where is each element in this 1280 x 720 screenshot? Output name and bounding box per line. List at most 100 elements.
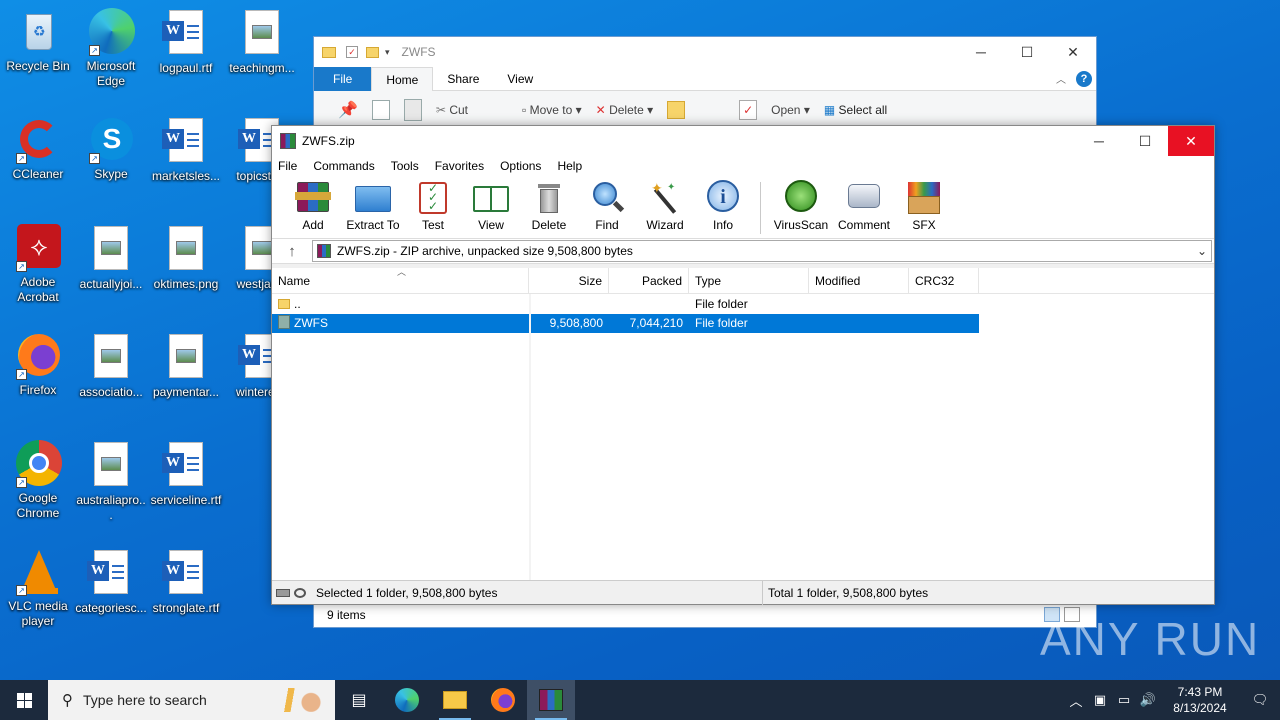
desktop-icon-file[interactable]: associatio... <box>73 332 149 400</box>
comment-button[interactable]: Comment <box>833 180 895 232</box>
desktop-icon-google-chrome[interactable]: ↗ Google Chrome <box>0 440 76 521</box>
maximize-button[interactable]: ☐ <box>1122 126 1168 156</box>
desktop-icon-ccleaner[interactable]: ↗ CCleaner <box>0 116 76 182</box>
desktop-icon-skype[interactable]: S ↗ Skype <box>73 116 149 182</box>
menu-file[interactable]: File <box>278 159 297 173</box>
notifications-icon[interactable]: 🗨 <box>1240 692 1280 708</box>
properties-button[interactable]: ✓ <box>739 100 758 120</box>
magnifier-icon <box>589 180 625 214</box>
edge-icon <box>395 688 419 712</box>
folder-icon <box>278 299 290 309</box>
maximize-button[interactable]: ☐ <box>1004 37 1050 67</box>
volume-icon[interactable]: 🔊 <box>1136 692 1160 708</box>
task-view-icon: ▤ <box>351 692 367 709</box>
column-packed[interactable]: Packed <box>609 268 689 293</box>
item-count: 9 items <box>327 608 366 622</box>
delete-button[interactable]: ✕ Delete ▾ <box>596 103 653 117</box>
clock[interactable]: 7:43 PM 8/13/2024 <box>1160 684 1240 716</box>
collapse-ribbon-icon[interactable]: ︿ <box>1056 71 1066 86</box>
taskbar-firefox[interactable] <box>479 680 527 720</box>
cut-button[interactable]: ✂ Cut <box>436 103 468 117</box>
taskbar-search-box[interactable]: ⚲ Type here to search <box>48 680 335 720</box>
tab-home[interactable]: Home <box>371 66 434 91</box>
select-all-button[interactable]: ▦ Select all <box>824 103 887 117</box>
sfx-button[interactable]: SFX <box>895 180 953 232</box>
desktop-icon-vlc[interactable]: ↗ VLC media player <box>0 548 76 629</box>
add-button[interactable]: Add <box>284 180 342 232</box>
info-button[interactable]: i Info <box>694 180 752 232</box>
quick-access-dropdown-icon[interactable]: ▾ <box>385 47 390 58</box>
file-explorer-icon <box>443 691 467 709</box>
desktop-icon-file[interactable]: W categoriesc... <box>73 548 149 616</box>
menu-tools[interactable]: Tools <box>391 159 419 173</box>
network-icon[interactable]: ▭ <box>1112 692 1136 708</box>
close-button[interactable]: ✕ <box>1168 126 1214 156</box>
menu-help[interactable]: Help <box>557 159 582 173</box>
pin-icon[interactable]: 📌 <box>338 100 358 120</box>
desktop-icon-firefox[interactable]: ↗ Firefox <box>0 332 76 398</box>
wizard-label: Wizard <box>646 218 684 232</box>
column-type[interactable]: Type <box>689 268 809 293</box>
copy-icon[interactable] <box>371 100 390 120</box>
desktop-icon-file[interactable]: actuallyjoi... <box>73 224 149 292</box>
new-folder-icon[interactable] <box>366 46 379 58</box>
virusscan-button[interactable]: VirusScan <box>769 180 833 232</box>
task-view-button[interactable]: ▤ <box>335 680 383 720</box>
taskbar-edge[interactable] <box>383 680 431 720</box>
menu-commands[interactable]: Commands <box>313 159 374 173</box>
chevron-down-icon[interactable]: ⌄ <box>1193 244 1211 258</box>
view-button[interactable]: View <box>462 180 520 232</box>
desktop-icon-file[interactable]: W logpaul.rtf <box>148 8 224 76</box>
explorer-titlebar[interactable]: ✓ ▾ ZWFS ─ ☐ ✕ <box>314 37 1096 67</box>
archive-path-field[interactable]: ZWFS.zip - ZIP archive, unpacked size 9,… <box>312 240 1212 262</box>
tab-view[interactable]: View <box>493 67 547 91</box>
move-to-button[interactable]: ▫ Move to ▾ <box>522 103 582 117</box>
desktop-icon-file[interactable]: W marketsles... <box>148 116 224 184</box>
find-button[interactable]: Find <box>578 180 636 232</box>
help-icon[interactable]: ? <box>1076 70 1092 87</box>
desktop-icon-file[interactable]: oktimes.png <box>148 224 224 292</box>
delete-button[interactable]: Delete <box>520 180 578 232</box>
menu-options[interactable]: Options <box>500 159 541 173</box>
taskbar-file-explorer[interactable] <box>431 680 479 720</box>
new-folder-icon[interactable] <box>667 101 686 119</box>
start-button[interactable] <box>0 680 48 720</box>
desktop-icon-file[interactable]: australiapro... <box>73 440 149 523</box>
open-button[interactable]: Open ▾ <box>771 103 810 117</box>
meet-now-icon[interactable]: ▣ <box>1088 692 1112 708</box>
test-button[interactable]: ✓ ✓ ✓ Test <box>404 180 462 232</box>
close-button[interactable]: ✕ <box>1050 37 1096 67</box>
row-packed: 7,044,210 <box>629 316 683 330</box>
desktop-icon-edge[interactable]: ↗ Microsoft Edge <box>73 8 149 89</box>
desktop-icon-adobe-acrobat[interactable]: ⟡ ↗ Adobe Acrobat <box>0 224 76 305</box>
column-crc32[interactable]: CRC32 <box>909 268 979 293</box>
up-arrow-icon[interactable]: ↑ <box>272 243 312 260</box>
move-to-icon: ▫ <box>522 103 527 117</box>
desktop-icon-file[interactable]: W stronglate.rtf <box>148 548 224 616</box>
chevron-up-icon[interactable]: ︿ <box>1064 691 1088 710</box>
desktop-icon-recycle-bin[interactable]: ♻ Recycle Bin <box>0 8 76 74</box>
table-row-selected[interactable]: ZWFS 9,508,800 7,044,210 File folder <box>272 314 979 333</box>
tab-file[interactable]: File <box>314 66 372 91</box>
column-modified[interactable]: Modified <box>809 268 909 293</box>
file-list[interactable]: Name Size Packed Type Modified CRC32 ︿ .… <box>272 267 1214 581</box>
taskbar-winrar[interactable] <box>527 680 575 720</box>
desktop-icon-file[interactable]: paymentar... <box>148 332 224 400</box>
windows-logo-icon <box>16 692 32 708</box>
table-row[interactable]: .. File folder <box>272 295 979 314</box>
column-size[interactable]: Size <box>529 268 609 293</box>
properties-icon[interactable]: ✓ <box>346 46 358 58</box>
wizard-button[interactable]: ✦ ✦ Wizard <box>636 180 694 232</box>
desktop-icon-label: paymentar... <box>152 385 220 399</box>
extract-to-button[interactable]: Extract To <box>342 180 404 232</box>
paste-icon[interactable] <box>403 99 422 121</box>
desktop-icon-file[interactable]: teachingm... <box>224 8 300 76</box>
tab-share[interactable]: Share <box>433 67 493 91</box>
menu-favorites[interactable]: Favorites <box>435 159 484 173</box>
minimize-button[interactable]: ─ <box>1076 126 1122 156</box>
minimize-button[interactable]: ─ <box>958 37 1004 67</box>
winrar-window[interactable]: ZWFS.zip ─ ☐ ✕ File Commands Tools Favor… <box>271 125 1215 605</box>
desktop-icon-file[interactable]: W serviceline.rtf <box>148 440 224 508</box>
desktop-icon-label: CCleaner <box>12 167 64 181</box>
winrar-titlebar[interactable]: ZWFS.zip ─ ☐ ✕ <box>272 126 1214 156</box>
